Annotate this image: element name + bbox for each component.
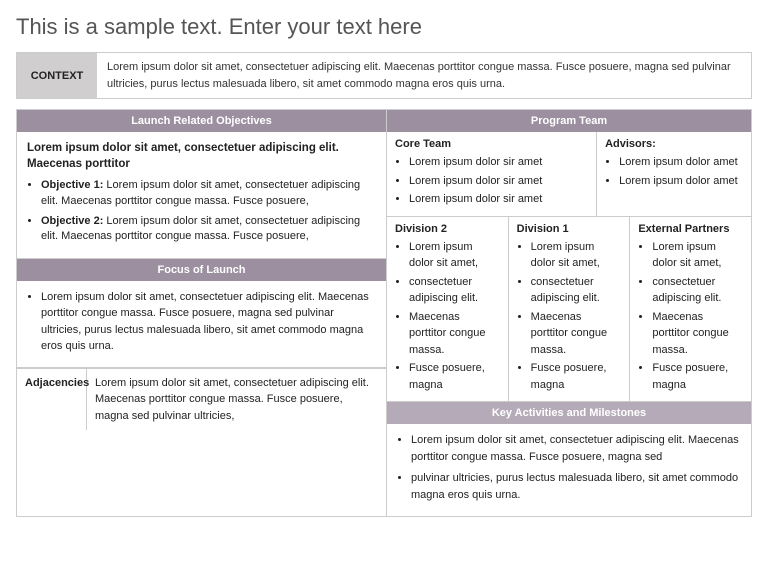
div2-item-3: Fusce posuere, magna — [409, 360, 500, 393]
division1-list: Lorem ipsum dolor sit amet, consectetuer… — [531, 239, 622, 394]
program-team-header: Program Team — [387, 110, 751, 132]
launch-objectives-content: Lorem ipsum dolor sit amet, consectetuer… — [17, 132, 386, 259]
context-text: Lorem ipsum dolor sit amet, consectetuer… — [97, 53, 751, 98]
external-partners-cell: External Partners Lorem ipsum dolor sit … — [630, 217, 751, 402]
external-partners-title: External Partners — [638, 223, 743, 235]
ext-item-2: Maecenas porttitor congue massa. — [652, 309, 743, 359]
main-grid: Launch Related Objectives Lorem ipsum do… — [16, 109, 752, 516]
div1-item-1: consectetuer adipiscing elit. — [531, 274, 622, 307]
div1-item-2: Maecenas porttitor congue massa. — [531, 309, 622, 359]
focus-content: Lorem ipsum dolor sit amet, consectetuer… — [17, 281, 386, 368]
advisors-item-1: Lorem ipsum dolor amet — [619, 173, 743, 190]
division2-list: Lorem ipsum dolor sit amet, consectetuer… — [409, 239, 500, 394]
advisors-item-0: Lorem ipsum dolor amet — [619, 154, 743, 171]
advisors-section: Advisors: Lorem ipsum dolor amet Lorem i… — [597, 132, 751, 216]
core-team-list: Lorem ipsum dolor sir amet Lorem ipsum d… — [409, 154, 588, 208]
adjacencies-row: Adjacencies Lorem ipsum dolor sit amet, … — [17, 368, 386, 431]
objective-2-label: Objective 2: — [41, 215, 103, 227]
objective-1-label: Objective 1: — [41, 179, 103, 191]
division2-title: Division 2 — [395, 223, 500, 235]
launch-header: Launch Related Objectives — [17, 110, 386, 132]
objective-2: Objective 2: Lorem ipsum dolor sit amet,… — [41, 214, 376, 245]
core-team-item-2: Lorem ipsum dolor sir amet — [409, 191, 588, 208]
key-activity-0: Lorem ipsum dolor sit amet, consectetuer… — [411, 432, 741, 465]
objective-1: Objective 1: Lorem ipsum dolor sit amet,… — [41, 178, 376, 209]
advisors-title: Advisors: — [605, 138, 743, 150]
main-heading: Lorem ipsum dolor sit amet, consectetuer… — [27, 140, 376, 172]
division2-cell: Division 2 Lorem ipsum dolor sit amet, c… — [387, 217, 509, 402]
focus-section: Focus of Launch Lorem ipsum dolor sit am… — [17, 259, 386, 368]
advisors-list: Lorem ipsum dolor amet Lorem ipsum dolor… — [619, 154, 743, 189]
core-team-title: Core Team — [395, 138, 588, 150]
adjacencies-label: Adjacencies — [17, 369, 87, 431]
ext-item-0: Lorem ipsum dolor sit amet, — [652, 239, 743, 272]
div1-item-0: Lorem ipsum dolor sit amet, — [531, 239, 622, 272]
focus-header: Focus of Launch — [17, 259, 386, 281]
key-activities-content: Lorem ipsum dolor sit amet, consectetuer… — [387, 424, 751, 516]
core-team-section: Core Team Lorem ipsum dolor sir amet Lor… — [387, 132, 597, 216]
right-column: Program Team Core Team Lorem ipsum dolor… — [387, 110, 751, 516]
division1-cell: Division 1 Lorem ipsum dolor sit amet, c… — [509, 217, 631, 402]
div1-item-3: Fusce posuere, magna — [531, 360, 622, 393]
program-team-content: Core Team Lorem ipsum dolor sir amet Lor… — [387, 132, 751, 217]
key-activity-1: pulvinar ultricies, purus lectus malesua… — [411, 470, 741, 503]
key-activities-header: Key Activities and Milestones — [387, 402, 751, 424]
adjacencies-text: Lorem ipsum dolor sit amet, consectetuer… — [87, 369, 386, 431]
division-row: Division 2 Lorem ipsum dolor sit amet, c… — [387, 217, 751, 403]
context-label: CONTEXT — [17, 53, 97, 98]
division1-title: Division 1 — [517, 223, 622, 235]
bottom-border — [16, 516, 752, 517]
core-team-item-0: Lorem ipsum dolor sir amet — [409, 154, 588, 171]
div2-item-2: Maecenas porttitor congue massa. — [409, 309, 500, 359]
div2-item-0: Lorem ipsum dolor sit amet, — [409, 239, 500, 272]
external-partners-list: Lorem ipsum dolor sit amet, consectetuer… — [652, 239, 743, 394]
div2-item-1: consectetuer adipiscing elit. — [409, 274, 500, 307]
context-row: CONTEXT Lorem ipsum dolor sit amet, cons… — [16, 52, 752, 99]
page-title: This is a sample text. Enter your text h… — [16, 14, 752, 40]
ext-item-3: Fusce posuere, magna — [652, 360, 743, 393]
ext-item-1: consectetuer adipiscing elit. — [652, 274, 743, 307]
left-column: Launch Related Objectives Lorem ipsum do… — [17, 110, 387, 516]
core-team-item-1: Lorem ipsum dolor sir amet — [409, 173, 588, 190]
focus-text: Lorem ipsum dolor sit amet, consectetuer… — [41, 289, 376, 355]
